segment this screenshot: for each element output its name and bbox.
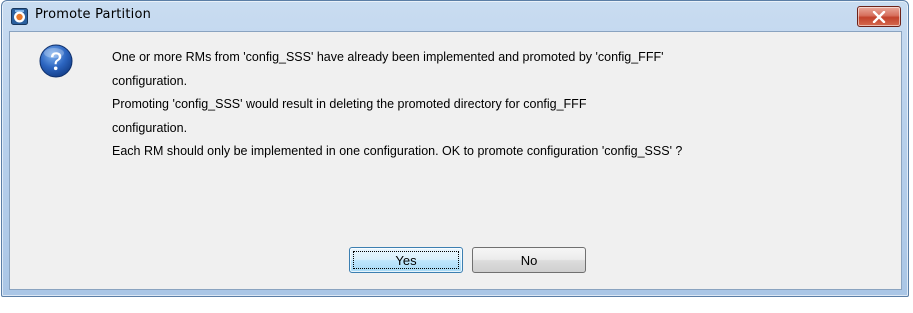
no-button[interactable]: No [472, 247, 586, 273]
close-icon [872, 10, 886, 23]
question-icon [39, 44, 73, 78]
focus-ring [353, 251, 459, 269]
message-line: Each RM should only be implemented in on… [112, 144, 683, 159]
message-line: One or more RMs from 'config_SSS' have a… [112, 50, 664, 64]
close-button[interactable] [857, 6, 901, 27]
dialog-body: One or more RMs from 'config_SSS' have a… [9, 31, 902, 290]
title-bar[interactable]: Promote Partition [2, 1, 908, 31]
app-icon [11, 8, 28, 25]
message-line: Promoting 'config_SSS' would result in d… [112, 97, 587, 112]
message-line: configuration. [112, 120, 188, 135]
promote-partition-dialog: Promote Partition One or more RMs from '… [1, 0, 909, 297]
dialog-message: One or more RMs from 'config_SSS' have a… [112, 46, 882, 164]
no-button-label: No [520, 252, 538, 268]
message-line: configuration. [112, 73, 188, 88]
window-title: Promote Partition [35, 7, 152, 22]
yes-button[interactable]: Yes [349, 247, 463, 273]
